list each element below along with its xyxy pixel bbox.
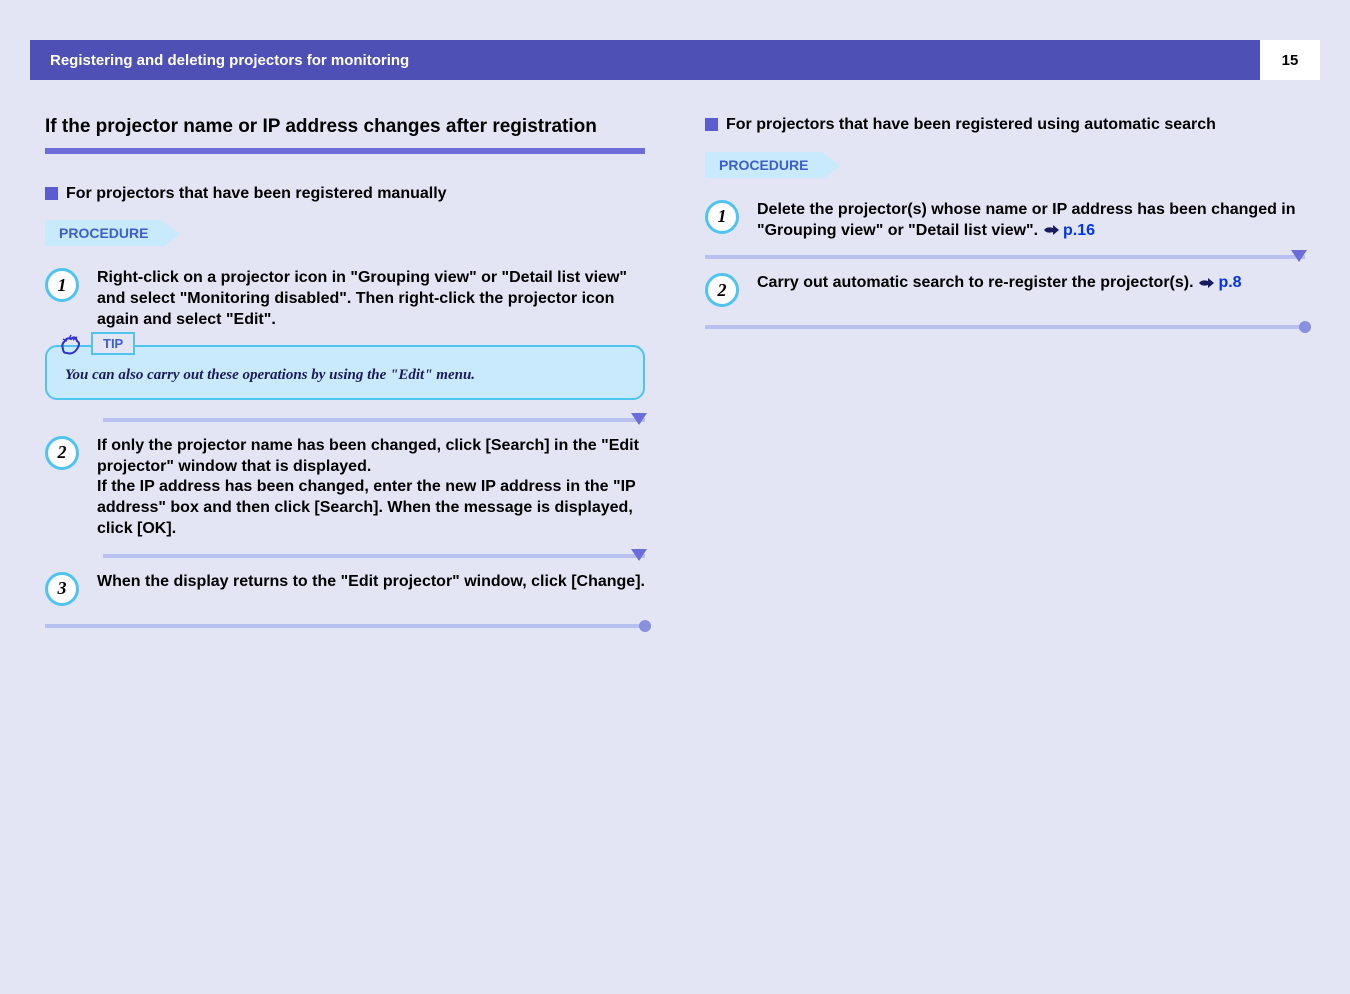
subsection-title-auto: For projectors that have been registered… <box>726 115 1216 136</box>
left-column: If the projector name or IP address chan… <box>45 115 645 628</box>
step-divider <box>705 255 1305 259</box>
step-text-r2: Carry out automatic search to re-registe… <box>757 273 1242 307</box>
step-number-3: 3 <box>45 572 79 606</box>
step-number-2: 2 <box>45 436 79 470</box>
step-number-r1: 1 <box>705 200 739 234</box>
header-bar: Registering and deleting projectors for … <box>30 40 1320 80</box>
subsection-title-manual: For projectors that have been registered… <box>66 184 447 205</box>
tip-box: TIP You can also carry out these operati… <box>45 345 645 400</box>
tip-text: You can also carry out these operations … <box>65 367 625 384</box>
step-text-3: When the display returns to the "Edit pr… <box>97 572 645 606</box>
tip-header: TIP <box>55 329 135 359</box>
step-divider <box>103 554 645 558</box>
end-divider <box>705 325 1305 329</box>
right-step-1: 1 Delete the projector(s) whose name or … <box>705 200 1305 242</box>
pointer-icon <box>1043 221 1059 231</box>
step-2: 2 If only the projector name has been ch… <box>45 436 645 540</box>
step-number-r2: 2 <box>705 273 739 307</box>
step-3: 3 When the display returns to the "Edit … <box>45 572 645 606</box>
procedure-label: PROCEDURE <box>45 220 162 246</box>
subsection-auto: For projectors that have been registered… <box>705 115 1305 136</box>
step-text-r1-before: Delete the projector(s) whose name or IP… <box>757 201 1296 239</box>
step-number-1: 1 <box>45 268 79 302</box>
section-title: If the projector name or IP address chan… <box>45 115 645 140</box>
content: If the projector name or IP address chan… <box>0 80 1350 628</box>
right-step-2: 2 Carry out automatic search to re-regis… <box>705 273 1305 307</box>
bullet-icon <box>705 118 718 131</box>
step-1: 1 Right-click on a projector icon in "Gr… <box>45 268 645 330</box>
bullet-icon <box>45 187 58 200</box>
pointer-icon <box>1198 273 1214 283</box>
page-link-16[interactable]: p.16 <box>1063 222 1095 239</box>
tip-label: TIP <box>91 332 135 355</box>
hand-icon <box>55 329 85 359</box>
step-text-r1: Delete the projector(s) whose name or IP… <box>757 200 1305 242</box>
right-column: For projectors that have been registered… <box>705 115 1305 628</box>
page-title: Registering and deleting projectors for … <box>30 40 1260 80</box>
step-divider <box>103 418 645 422</box>
step-text-r2-before: Carry out automatic search to re-registe… <box>757 274 1198 291</box>
end-divider <box>45 624 645 628</box>
step-text-2: If only the projector name has been chan… <box>97 436 645 540</box>
procedure-label-right: PROCEDURE <box>705 152 822 178</box>
title-underline <box>45 148 645 154</box>
page-number: 15 <box>1260 40 1320 80</box>
step-text-1: Right-click on a projector icon in "Grou… <box>97 268 645 330</box>
subsection-manual: For projectors that have been registered… <box>45 184 645 205</box>
page-link-8[interactable]: p.8 <box>1218 274 1241 291</box>
